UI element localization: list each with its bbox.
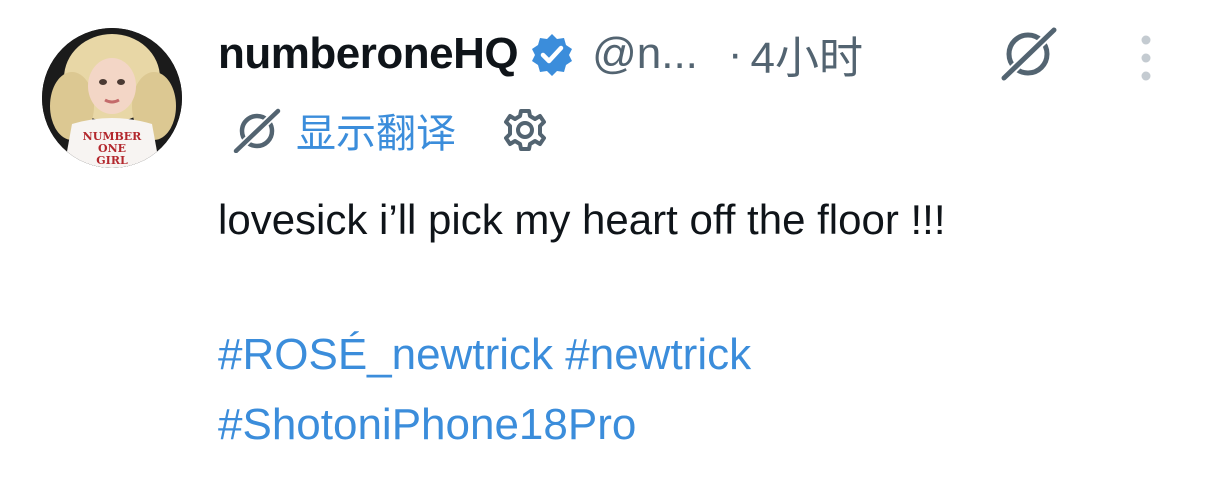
author-handle[interactable]: @n... bbox=[592, 29, 698, 79]
avatar-shirt-print: NUMBER ONE GIRL bbox=[83, 130, 143, 167]
grok-icon[interactable] bbox=[998, 26, 1062, 82]
more-icon[interactable] bbox=[1132, 32, 1160, 84]
verified-badge-icon bbox=[532, 34, 573, 76]
tweet-text: lovesick i’ll pick my heart off the floo… bbox=[218, 196, 946, 243]
separator-dot: · bbox=[727, 29, 743, 78]
author-name[interactable]: numberoneHQ bbox=[218, 29, 519, 79]
hashtag-link[interactable]: #newtrick bbox=[565, 330, 751, 379]
hashtag-block: #ROSÉ_newtrick #newtrick #ShotoniPhone18… bbox=[218, 320, 751, 460]
show-translation-label: 显示翻译 bbox=[296, 112, 456, 156]
gear-icon[interactable] bbox=[500, 105, 550, 155]
shirt-text-line: GIRL bbox=[96, 154, 128, 167]
tweet-timestamp[interactable]: 4小时 bbox=[751, 22, 863, 86]
tweet-card: NUMBER ONE GIRL numberoneHQ @n... · 4小时 bbox=[0, 0, 1216, 478]
hashtag-link[interactable]: #ROSÉ_newtrick bbox=[218, 330, 553, 379]
translate-row: 显示翻译 bbox=[232, 104, 550, 156]
show-translation-link[interactable]: 显示翻译 bbox=[232, 101, 456, 159]
avatar[interactable]: NUMBER ONE GIRL bbox=[42, 28, 182, 168]
hashtag-link[interactable]: #ShotoniPhone18Pro bbox=[218, 400, 636, 449]
translate-icon bbox=[233, 108, 281, 153]
tweet-header: numberoneHQ @n... · 4小时 bbox=[218, 24, 863, 84]
